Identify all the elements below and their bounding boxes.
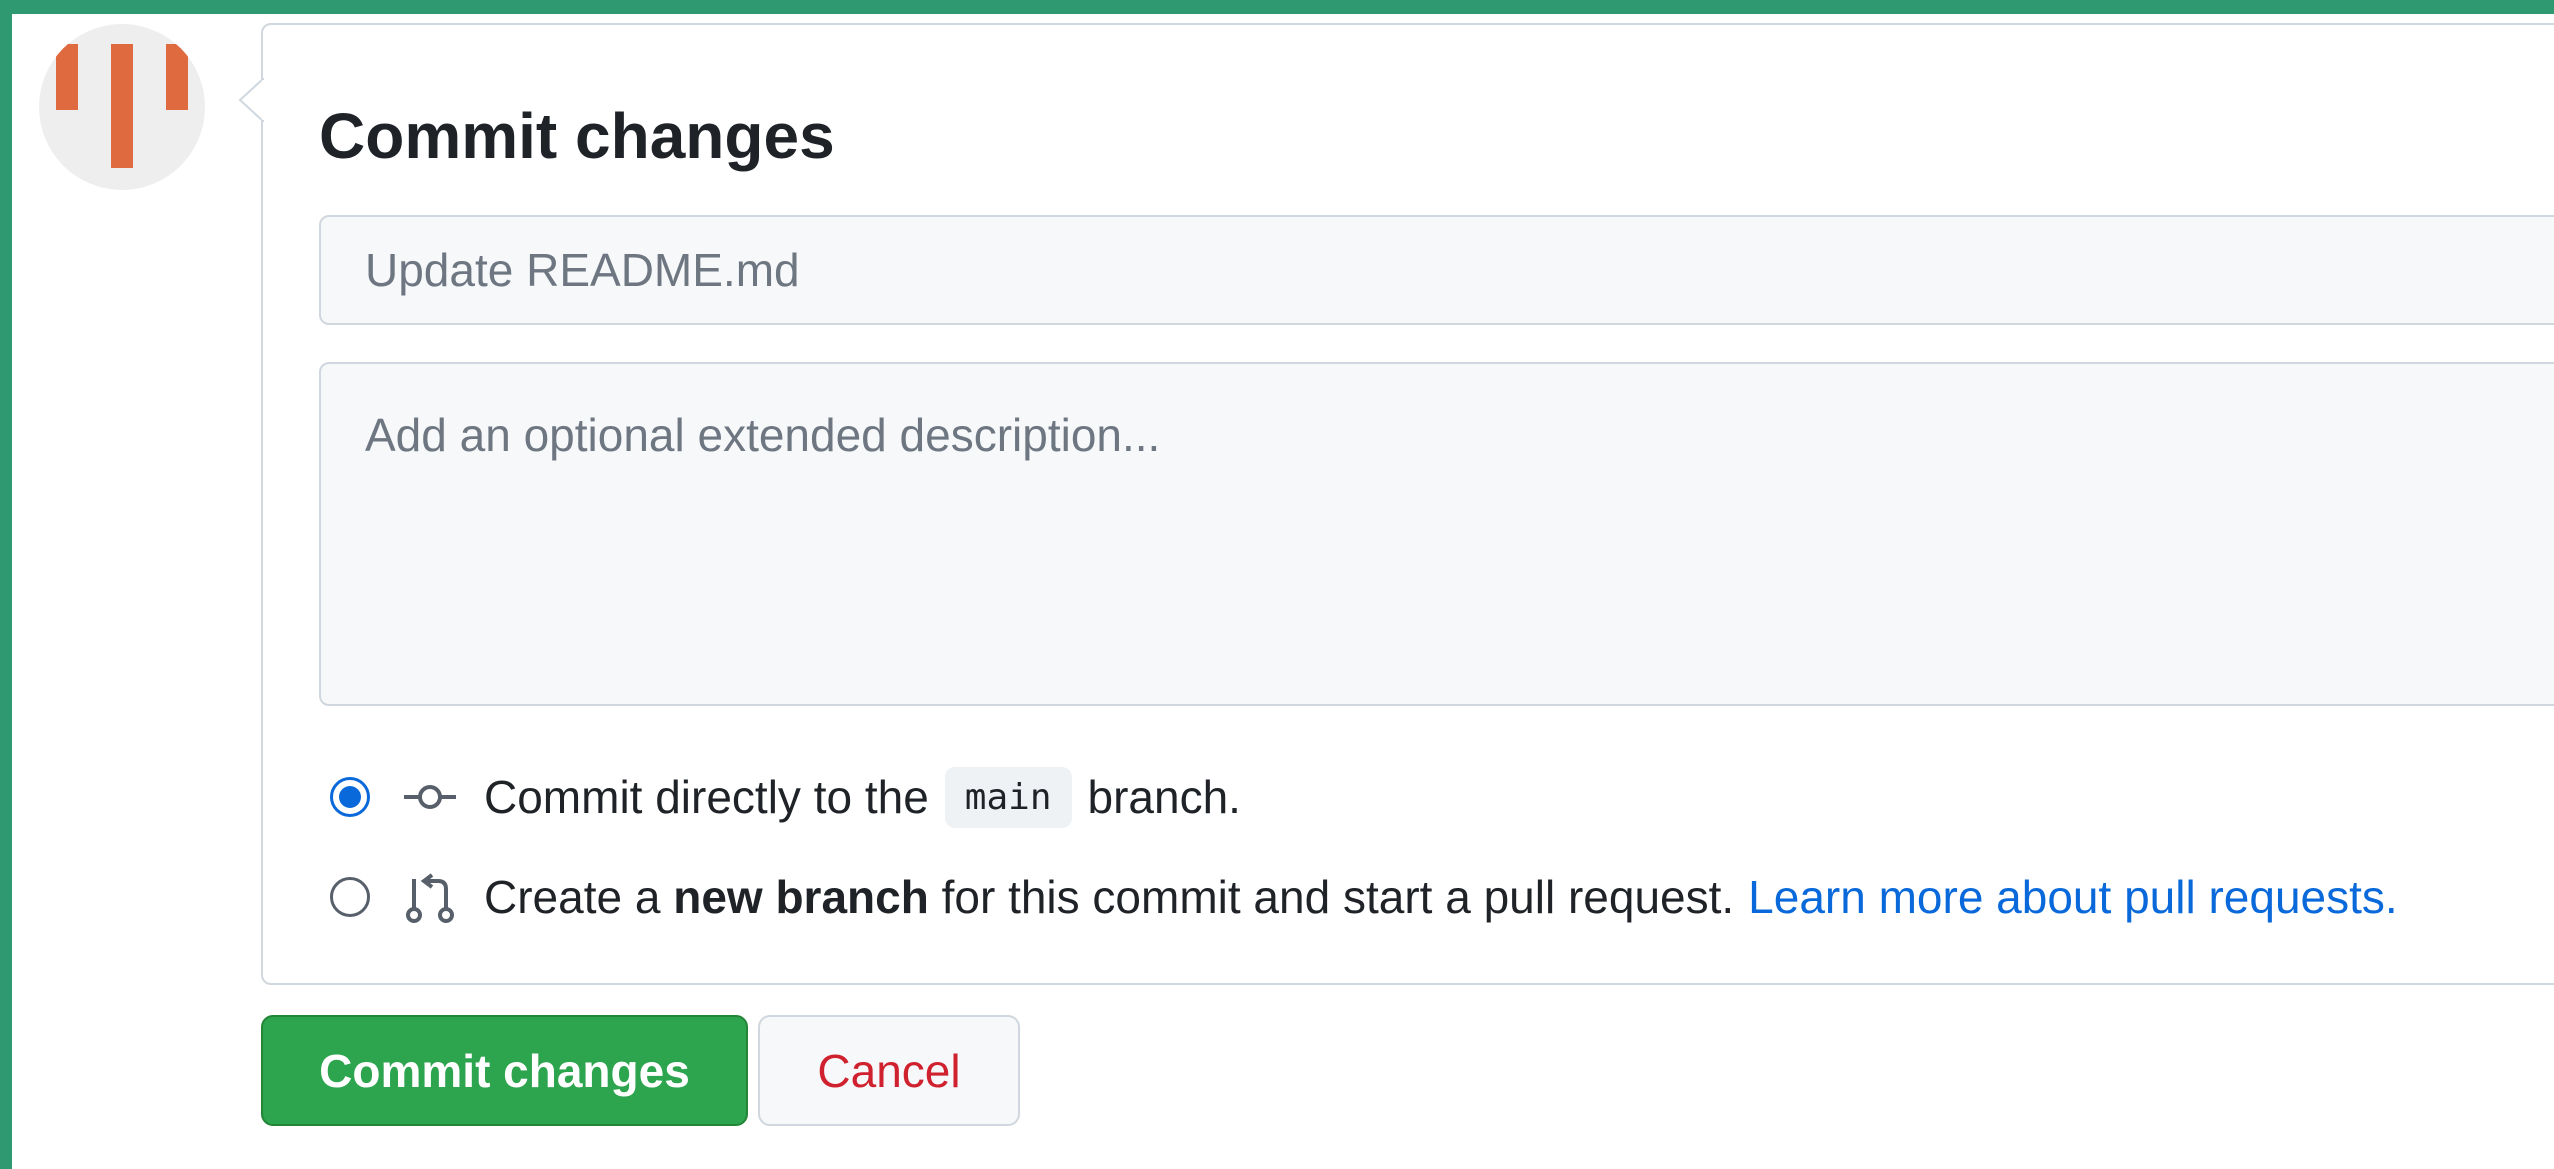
- radio-commit-directly[interactable]: [330, 777, 370, 817]
- git-commit-icon: [404, 785, 456, 809]
- commit-directly-text-after: branch.: [1087, 771, 1241, 823]
- git-pull-request-icon: [406, 873, 454, 923]
- speech-caret: [238, 78, 264, 122]
- user-avatar[interactable]: [39, 24, 205, 190]
- cancel-button[interactable]: Cancel: [758, 1015, 1020, 1126]
- commit-changes-button[interactable]: Commit changes: [261, 1015, 748, 1126]
- commit-summary-input[interactable]: [319, 215, 2554, 325]
- branch-name-badge: main: [944, 766, 1072, 828]
- radio-new-branch[interactable]: [330, 877, 370, 917]
- new-branch-text-before: Create a: [484, 871, 661, 923]
- commit-title: Commit changes: [319, 100, 835, 172]
- identicon-avatar-icon: [56, 44, 188, 168]
- commit-description-textarea[interactable]: [319, 362, 2554, 706]
- learn-more-pull-requests-link[interactable]: Learn more about pull requests.: [1748, 870, 2398, 924]
- new-branch-text-after: for this commit and start a pull request…: [941, 871, 1735, 923]
- option-new-branch[interactable]: Create a new branch for this commit and …: [330, 862, 2398, 932]
- commit-directly-text-before: Commit directly to the: [484, 771, 929, 823]
- new-branch-bold-text: new branch: [673, 871, 929, 923]
- option-commit-directly[interactable]: Commit directly to the main branch.: [330, 762, 1241, 832]
